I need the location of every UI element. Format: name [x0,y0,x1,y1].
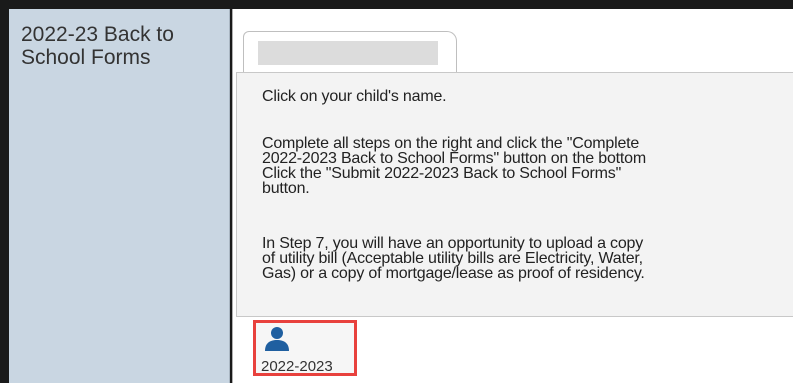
sidebar-title[interactable]: 2022-23 Back to School Forms [21,23,221,69]
person-icon [265,327,289,351]
instruction-upload-proof: In Step 7, you will have an opportunity … [262,235,645,282]
student-tab[interactable] [243,31,457,74]
instructions-panel: Click on your child's name. Complete all… [236,72,793,317]
student-year-button[interactable]: 2022-2023 [253,320,357,376]
year-label: 2022-2023 [261,358,333,375]
instruction-click-name: Click on your child's name. [262,88,447,105]
instruction-complete-steps: Complete all steps on the right and clic… [262,135,646,197]
app-frame: 2022-23 Back to School Forms Click on yo… [0,0,793,383]
sidebar: 2022-23 Back to School Forms [9,9,230,383]
redacted-tab-label [258,41,438,65]
main-content: Click on your child's name. Complete all… [232,9,793,383]
